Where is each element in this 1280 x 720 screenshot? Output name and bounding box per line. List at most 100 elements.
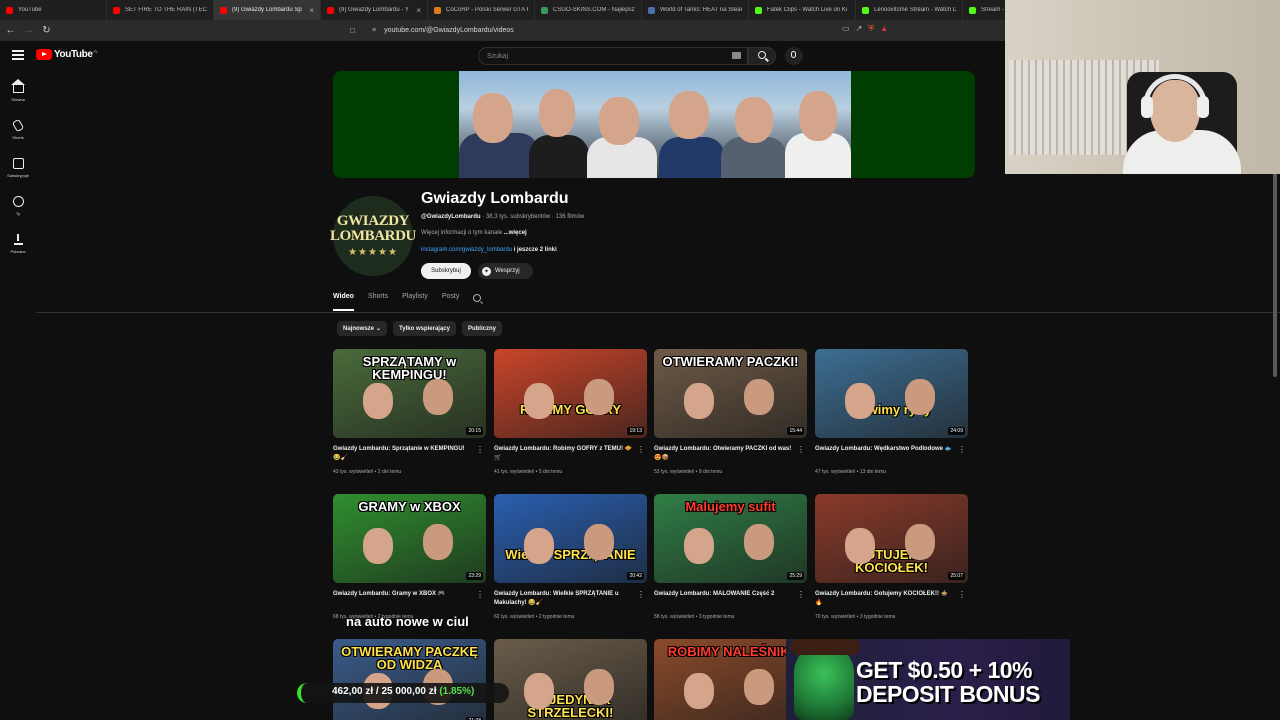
browser-tab[interactable]: SET FIRE TO THE RAIN (TECHN [107,0,214,20]
share-icon[interactable]: ↗ [856,24,863,34]
tab-label: Lenoovitsme Stream - Watch D [874,7,956,13]
video-title[interactable]: Gwiazdy Lombardu: Wędkarstwo Podlodowe 🐟 [815,445,955,454]
browser-tab[interactable]: YouTube [0,0,107,20]
channel-tabs: Wideo Shorts Playlisty Posty [333,293,482,311]
cast-icon[interactable]: ▭ [842,24,850,34]
channel-tab[interactable]: Shorts [368,293,388,311]
channel-search-icon[interactable] [473,294,482,302]
more-options-icon[interactable]: ⋮ [637,445,645,454]
video-title[interactable]: Gwiazdy Lombardu: Gramy w XBOX 🎮 [333,590,473,599]
video-title[interactable]: Gwiazdy Lombardu: Wielkie SPRZĄTANIE u M… [494,590,634,608]
more-options-icon[interactable]: ⋮ [637,590,645,599]
video-card[interactable]: OTWIERAMY PACZKĘ OD WIDZA21:38 [333,639,486,720]
guide-item[interactable]: Ty [0,193,36,231]
video-thumbnail[interactable]: Wielkie SPRZĄTANIE 20:42 [494,494,647,583]
video-thumbnail[interactable]: Łowimy ryby 24:09 [815,349,968,438]
tab-close-icon[interactable]: × [309,6,314,15]
channel-tab[interactable]: Playlisty [402,293,428,311]
shorts-icon [11,118,25,133]
filter-chip[interactable]: Tylko wspierający [393,321,456,336]
video-card[interactable]: GOTUJEMY KOCIOŁEK! 25:07 Gwiazdy Lombardu:… [815,494,968,620]
video-thumbnail[interactable]: OTWIERAMY PACZKI! 15:44 [654,349,807,438]
browser-tab[interactable]: CSGO-SKINS.COM - Najlepszy [535,0,642,20]
video-duration: 25:29 [787,572,804,580]
browser-tab[interactable]: (9) Gwiazdy Lombardu - Y × [321,0,428,20]
more-options-icon[interactable]: ⋮ [958,445,966,454]
rewards-icon[interactable]: ▲ [880,24,888,34]
video-card[interactable]: SPRZĄTAMY w KEMPINGU! 20:15 Gwiazdy Lombar… [333,349,486,475]
back-button[interactable]: ← [3,23,18,38]
video-card[interactable]: ROBIMY GOFRY 19:13 Gwiazdy Lombardu: Robim… [494,349,647,475]
video-title[interactable]: Gwiazdy Lombardu: Robimy GOFRY z TEMU! 🧇… [494,445,634,463]
more-options-icon[interactable]: ⋮ [476,445,484,454]
site-info-icon[interactable]: ≡ [372,27,376,34]
menu-icon[interactable] [12,50,24,60]
video-thumbnail[interactable]: Malujemy sufit 25:29 [654,494,807,583]
reload-button[interactable]: ↻ [39,23,54,38]
mini-guide: Główna Shorts Subskrypcje Ty Pobrane [0,79,36,269]
instagram-link[interactable]: instagram.com/gwiazdy_lombardu [421,247,512,253]
guide-item[interactable]: Subskrypcje [0,155,36,193]
guide-item[interactable]: Główna [0,79,36,117]
youtube-logo[interactable]: YouTube PL [36,49,98,60]
subscribe-button[interactable]: Subskrybuj [421,263,471,279]
guide-item[interactable]: Shorts [0,117,36,155]
video-thumbnail[interactable]: GOTUJEMY KOCIOŁEK! 25:07 [815,494,968,583]
video-duration: 25:07 [948,572,965,580]
forward-button[interactable]: → [21,23,36,38]
video-duration: 23:29 [466,572,483,580]
donation-amount-text: 462,00 zł / 25 000,00 zł [332,686,437,697]
video-title[interactable]: Gwiazdy Lombardu: Otwieramy PACZKI od wa… [654,445,794,463]
channel-meta: @GwiazdyLombardu · 38,3 tys. subskrybent… [421,214,584,220]
donation-goal-amount: 462,00 zł / 25 000,00 zł (1.85%) [332,686,474,697]
video-card[interactable]: POJEDYNEK STRZELECKI! [494,639,647,720]
video-card[interactable]: OTWIERAMY PACZKI! 15:44 Gwiazdy Lombardu: … [654,349,807,475]
browser-tab[interactable]: (9) Gwiazdy Lombardu Sp × [214,0,321,20]
thumbnail-caption: ROBIMY NALEŚNIKI [667,644,794,659]
filter-chip[interactable]: Najnowsze ⌄ [337,321,388,336]
video-thumbnail[interactable]: SPRZĄTAMY w KEMPINGU! 20:15 [333,349,486,438]
thumbnail-caption: SPRZĄTAMY w KEMPINGU! [362,354,457,382]
filter-chip[interactable]: Publiczny [461,321,502,336]
thumbnail-caption: GOTUJEMY KOCIOŁEK! [855,547,928,575]
bookmark-icon[interactable]: □ [350,26,360,35]
browser-tab[interactable]: World of Tanks: HEAT na Steam [642,0,749,20]
video-title[interactable]: Gwiazdy Lombardu: Sprzątanie w KEMPINGU!… [333,445,473,463]
tab-close-icon[interactable]: × [416,6,421,15]
video-thumbnail[interactable]: OTWIERAMY PACZKĘ OD WIDZA21:38 [333,639,486,720]
address-bar[interactable]: □ ≡ youtube.com/@GwiazdyLombardu/videos [350,23,910,38]
more-options-icon[interactable]: ⋮ [797,445,805,454]
search-input[interactable]: Szukaj [478,47,748,65]
video-thumbnail[interactable]: ROBIMY GOFRY 19:13 [494,349,647,438]
more-links[interactable]: i jeszcze 2 linki [512,247,557,253]
more-options-icon[interactable]: ⋮ [958,590,966,599]
guide-item[interactable]: Pobrane [0,231,36,269]
browser-tab[interactable]: Lenoovitsme Stream - Watch D [856,0,963,20]
channel-tab[interactable]: Wideo [333,293,354,311]
browser-tab[interactable]: Fatek Clips - Watch Live on Ki [749,0,856,20]
video-card[interactable]: ROBIMY NALEŚNIKI22:12 [654,639,807,720]
video-title[interactable]: Gwiazdy Lombardu: MALOWANIE Część 2 [654,590,794,599]
more-options-icon[interactable]: ⋮ [476,590,484,599]
video-thumbnail[interactable]: GRAMY w XBOX 23:29 [333,494,486,583]
subscriptions-icon [12,158,24,169]
brave-shield-icon[interactable]: ⛨ [868,24,874,34]
search-button[interactable] [748,47,776,65]
more-link[interactable]: ...więcej [504,230,527,236]
browser-tab[interactable]: CoCoRP - Polski Serwer GTA R [428,0,535,20]
more-options-icon[interactable]: ⋮ [797,590,805,599]
video-title[interactable]: Gwiazdy Lombardu: Gotujemy KOCIOŁEK!! 🍲🔥 [815,590,955,608]
channel-description[interactable]: Więcej informacji o tym kanale ...więcej [421,230,527,236]
channel-links: instagram.com/gwiazdy_lombardu i jeszcze… [421,247,557,253]
voice-search-button[interactable] [785,47,803,65]
channel-tab[interactable]: Posty [442,293,460,311]
channel-avatar: GWIAZDY LOMBARDU ★★★★★ [330,196,416,276]
video-card[interactable]: Łowimy ryby 24:09 Gwiazdy Lombardu: Wędkar… [815,349,968,475]
video-card[interactable]: Wielkie SPRZĄTANIE 20:42 Gwiazdy Lombardu:… [494,494,647,620]
video-thumbnail[interactable]: ROBIMY NALEŚNIKI22:12 [654,639,807,720]
keyboard-icon[interactable] [732,52,741,59]
video-card[interactable]: Malujemy sufit 25:29 Gwiazdy Lombardu: MAL… [654,494,807,620]
video-thumbnail[interactable]: POJEDYNEK STRZELECKI! [494,639,647,720]
support-button[interactable]: ✦ Wesprzyj [478,263,533,279]
video-card[interactable]: GRAMY w XBOX 23:29 Gwiazdy Lombardu: Gramy… [333,494,486,620]
